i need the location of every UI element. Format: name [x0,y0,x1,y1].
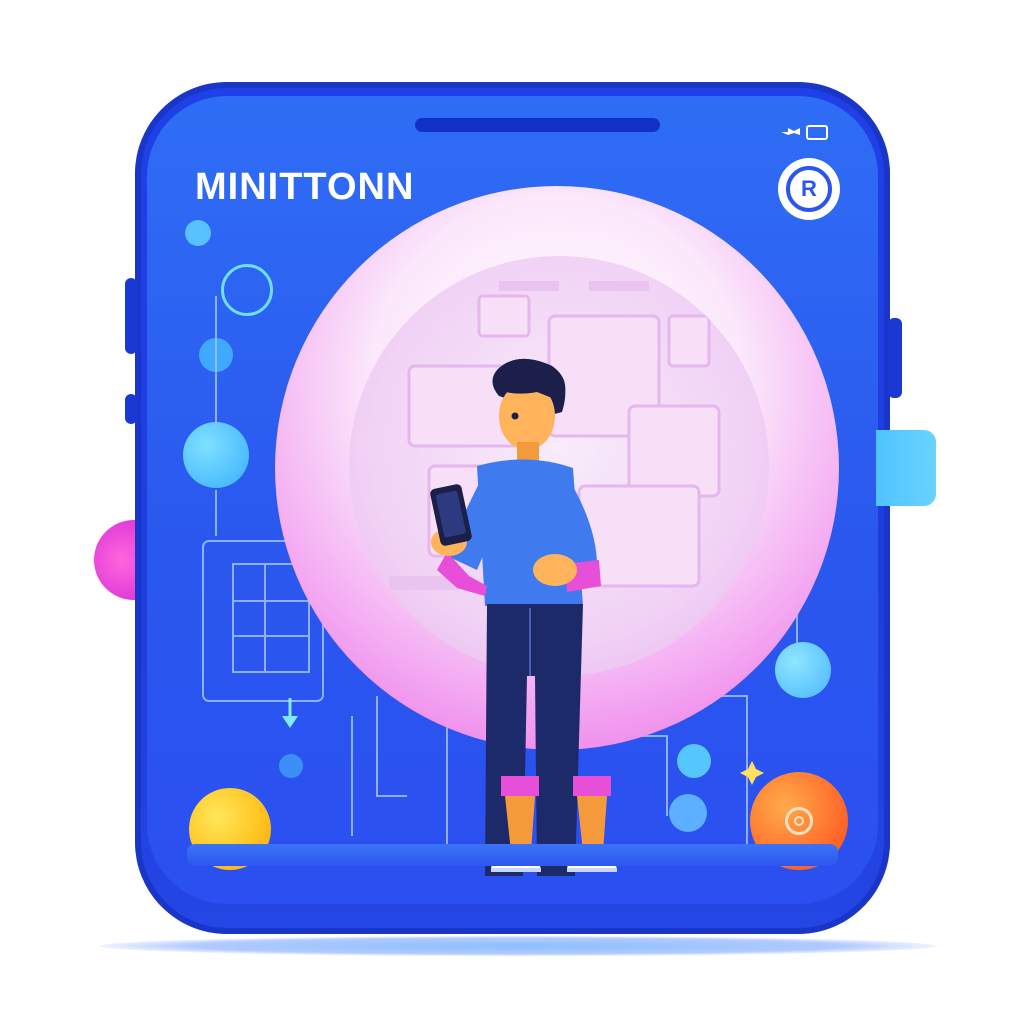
floor-shadow [100,936,936,956]
device-frame: MINITTONN R [125,82,902,934]
target-icon [785,807,813,835]
blue-dot-left [279,754,303,778]
cyan-dot-low [669,794,707,832]
arrow-down-icon [282,698,298,728]
power-button[interactable] [888,318,902,398]
side-button-lower[interactable] [125,394,137,424]
sparkle-icon [740,761,764,785]
side-cyan-tab [876,430,936,506]
floor-strip [187,844,838,866]
device-screen: MINITTONN R [147,96,878,904]
cyan-dot-mid [677,744,711,778]
side-button-upper[interactable] [125,278,137,354]
person-feet [485,776,625,891]
right-cyan-ball [775,642,831,698]
